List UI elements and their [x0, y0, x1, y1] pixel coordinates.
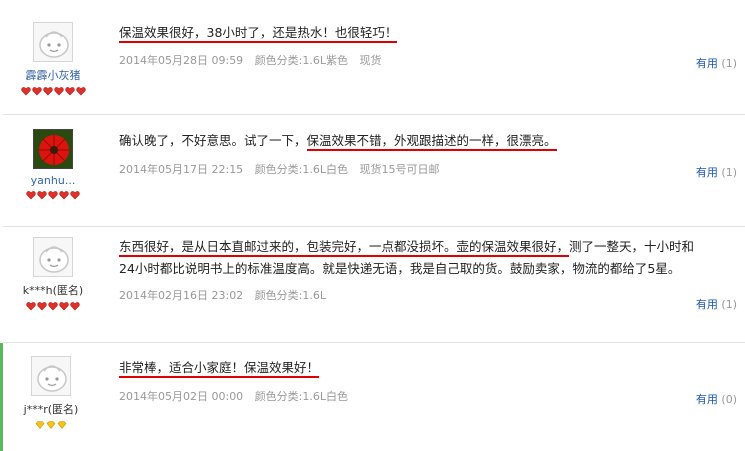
- highlighted-text: 非常棒，适合小家庭！保温效果好！: [119, 360, 320, 378]
- red-heart-badge-icon: [75, 86, 86, 96]
- review-spec: 颜色分类:1.6L白色: [254, 390, 349, 403]
- review-content: 东西很好，是从日本直邮过来的，包装完好，一点都没损坏。壶的保温效果很好，测了一整…: [119, 236, 737, 303]
- yellow-diamond-badge-icon: [57, 420, 67, 430]
- useful-vote: 有用 (1): [696, 296, 737, 312]
- red-heart-badge-icon: [42, 86, 53, 96]
- highlighted-text: 保温效果很好，38小时了，还是热水！也很轻巧！: [119, 25, 398, 43]
- review-date: 2014年05月28日 09:59: [119, 54, 244, 67]
- review-item: yanhu... 确认晚了，不好意思。试了一下，保温效果不错，外观跟描述的一样，…: [3, 115, 745, 227]
- yellow-diamond-badge-icon: [35, 420, 45, 430]
- useful-button[interactable]: 有用: [696, 393, 718, 406]
- useful-count: (1): [721, 298, 737, 311]
- review-meta: 2014年02月16日 23:02 颜色分类:1.6L: [119, 287, 737, 303]
- reviewer-name: k***h(匿名): [22, 284, 84, 297]
- text-segment: 确认晚了，不好意思。试了一下，: [119, 133, 307, 148]
- red-heart-badge-icon: [70, 301, 80, 311]
- default-avatar-icon[interactable]: [33, 22, 73, 62]
- review-shipping: 现货15号可日邮: [359, 163, 440, 176]
- red-heart-badge-icon: [20, 86, 31, 96]
- review-date: 2014年05月02日 00:00: [119, 390, 244, 403]
- useful-vote: 有用 (1): [696, 164, 737, 180]
- reviewer: j***r(匿名): [4, 356, 101, 431]
- useful-count: (1): [721, 57, 737, 70]
- reviewer: 霹霹小灰猪: [3, 22, 103, 97]
- review-date: 2014年02月16日 23:02: [119, 289, 244, 302]
- default-avatar-icon[interactable]: [31, 356, 71, 396]
- reviewer: yanhu...: [3, 129, 103, 201]
- useful-button[interactable]: 有用: [696, 298, 718, 311]
- review-text: 确认晚了，不好意思。试了一下，保温效果不错，外观跟描述的一样，很漂亮。: [119, 130, 737, 152]
- left-accent-bar: [0, 343, 3, 451]
- red-heart-badge-icon: [70, 190, 80, 200]
- review-content: 保温效果很好，38小时了，还是热水！也很轻巧！ 2014年05月28日 09:5…: [119, 22, 737, 68]
- useful-count: (0): [721, 393, 737, 406]
- credit-badges: [3, 190, 103, 201]
- review-spec: 颜色分类:1.6L紫色: [254, 54, 349, 67]
- review-item: j***r(匿名) 非常棒，适合小家庭！保温效果好！ 2014年05月02日 0…: [4, 343, 745, 451]
- reviewer-name: j***r(匿名): [23, 403, 79, 416]
- review-meta: 2014年05月17日 22:15 颜色分类:1.6L白色 现货15号可日邮: [119, 161, 737, 177]
- review-spec: 颜色分类:1.6L白色: [254, 163, 349, 176]
- review-item: 霹霹小灰猪 保温效果很好，38小时了，还是热水！也很轻巧！ 2014年05月28…: [3, 0, 745, 115]
- red-heart-badge-icon: [48, 301, 58, 311]
- useful-vote: 有用 (0): [696, 391, 737, 407]
- credit-badges: [3, 86, 103, 97]
- red-heart-badge-icon: [53, 86, 64, 96]
- credit-badges: [4, 420, 101, 431]
- yellow-diamond-badge-icon: [46, 420, 56, 430]
- red-heart-badge-icon: [59, 190, 69, 200]
- review-content: 非常棒，适合小家庭！保温效果好！ 2014年05月02日 00:00 颜色分类:…: [119, 357, 737, 404]
- highlighted-text: 保温效果不错，外观跟描述的一样，很漂亮。: [306, 133, 557, 151]
- default-avatar-icon[interactable]: [33, 237, 73, 277]
- review-date: 2014年05月17日 22:15: [119, 163, 244, 176]
- useful-count: (1): [721, 166, 737, 179]
- review-text: 非常棒，适合小家庭！保温效果好！: [119, 357, 737, 379]
- text-segment: 测了一整天，十小时和: [569, 239, 695, 254]
- red-heart-badge-icon: [26, 190, 36, 200]
- red-heart-badge-icon: [26, 301, 36, 311]
- red-heart-badge-icon: [48, 190, 58, 200]
- review-shipping: 现货: [359, 54, 382, 67]
- useful-vote: 有用 (1): [696, 55, 737, 71]
- review-text-line2: 24小时都比说明书上的标准温度高。就是快递无语，我是自己取的货。鼓励卖家，物流的…: [119, 261, 681, 276]
- review-text: 保温效果很好，38小时了，还是热水！也很轻巧！: [119, 22, 737, 44]
- useful-button[interactable]: 有用: [696, 166, 718, 179]
- flower-avatar-icon[interactable]: [33, 129, 73, 169]
- reviewer-name[interactable]: yanhu...: [3, 174, 103, 187]
- useful-button[interactable]: 有用: [696, 57, 718, 70]
- review-content: 确认晚了，不好意思。试了一下，保温效果不错，外观跟描述的一样，很漂亮。 2014…: [119, 130, 737, 177]
- red-heart-badge-icon: [37, 301, 47, 311]
- review-item: k***h(匿名) 东西很好，是从日本直邮过来的，包装完好，一点都没损坏。壶的保…: [3, 227, 745, 343]
- highlighted-text: 东西很好，是从日本直邮过来的，包装完好，一点都没损坏。壶的保温效果很好，: [119, 239, 570, 257]
- red-heart-badge-icon: [64, 86, 75, 96]
- red-heart-badge-icon: [37, 190, 47, 200]
- review-meta: 2014年05月02日 00:00 颜色分类:1.6L白色: [119, 388, 737, 404]
- review-spec: 颜色分类:1.6L: [254, 289, 327, 302]
- reviewer: k***h(匿名): [3, 237, 103, 312]
- credit-badges: [3, 301, 103, 312]
- red-heart-badge-icon: [59, 301, 69, 311]
- review-text: 东西很好，是从日本直邮过来的，包装完好，一点都没损坏。壶的保温效果很好，测了一整…: [119, 236, 737, 258]
- reviewer-name[interactable]: 霹霹小灰猪: [3, 67, 103, 83]
- red-heart-badge-icon: [31, 86, 42, 96]
- review-meta: 2014年05月28日 09:59 颜色分类:1.6L紫色 现货: [119, 52, 737, 68]
